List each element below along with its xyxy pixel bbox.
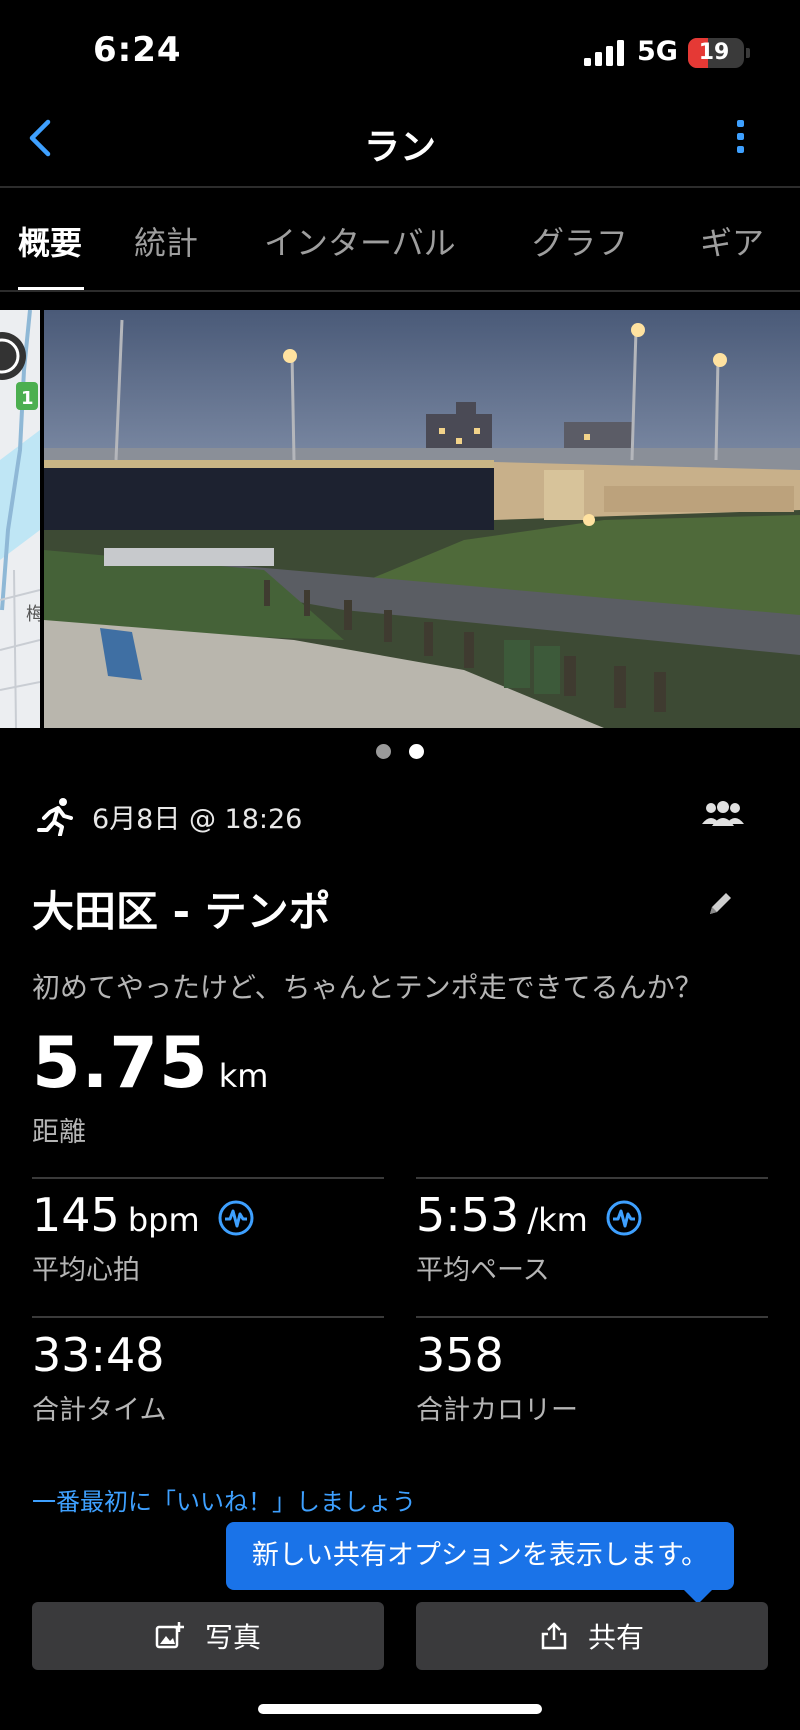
stat-value: 5:53 xyxy=(416,1188,520,1242)
tab-intervals[interactable]: インターバル xyxy=(264,218,456,264)
activity-title: 大田区 - テンポ xyxy=(32,887,331,936)
stat-divider xyxy=(32,1177,384,1179)
svg-text:梅: 梅 xyxy=(26,604,40,625)
add-photo-icon xyxy=(155,1622,184,1649)
pager-dot[interactable] xyxy=(376,744,391,759)
stat-value: 145 xyxy=(32,1188,120,1242)
share-label: 共有 xyxy=(587,1621,644,1654)
stat-divider xyxy=(416,1316,768,1318)
add-photo-button[interactable]: 写真 xyxy=(32,1602,384,1670)
tab-stats[interactable]: 統計 xyxy=(134,218,198,264)
stat-divider xyxy=(416,1177,768,1179)
header-divider xyxy=(0,186,800,188)
battery-level: 19 xyxy=(698,40,730,65)
home-indicator[interactable] xyxy=(258,1704,542,1714)
stat-label: 平均心拍 xyxy=(32,1255,140,1286)
stat-unit: bpm xyxy=(127,1201,200,1239)
distance-value: 5.75 xyxy=(32,1022,209,1104)
signal-icon xyxy=(584,40,624,66)
carousel-pager xyxy=(0,744,800,763)
stat-label: 合計カロリー xyxy=(416,1395,578,1426)
network-label: 5G xyxy=(637,36,678,67)
group-icon[interactable] xyxy=(700,800,746,830)
pencil-icon[interactable] xyxy=(704,888,736,920)
total-calories-value: 358 xyxy=(416,1328,504,1382)
page-title: ラン xyxy=(363,127,436,168)
tab-graphs[interactable]: グラフ xyxy=(532,218,628,264)
tabs-divider xyxy=(0,290,800,292)
stat-divider xyxy=(32,1316,384,1318)
kebab-menu-icon[interactable] xyxy=(730,120,750,164)
tab-gear[interactable]: ギア xyxy=(700,218,764,264)
total-time-value: 33:48 xyxy=(32,1328,165,1382)
route-map-thumbnail[interactable]: 1 梅 xyxy=(0,310,40,728)
status-time: 6:24 xyxy=(93,30,182,70)
heart-rate-icon xyxy=(218,1200,254,1236)
stat-label: 合計タイム xyxy=(32,1395,167,1426)
stat-unit: /km xyxy=(527,1201,588,1239)
battery-icon: 19 xyxy=(688,38,750,68)
like-prompt-link[interactable]: 一番最初に「いいね！」しましょう xyxy=(32,1482,416,1517)
share-options-tooltip[interactable]: 新しい共有オプションを表示します。 xyxy=(226,1522,734,1590)
tab-overview[interactable]: 概要 xyxy=(18,218,82,264)
distance-value-row: 5.75 km xyxy=(32,1022,268,1104)
avg-pace[interactable]: 5:53/km xyxy=(416,1188,643,1242)
stat-label: 平均ペース xyxy=(416,1255,550,1286)
activity-photo[interactable] xyxy=(44,310,800,728)
running-icon xyxy=(37,798,73,836)
heart-rate-icon xyxy=(606,1200,642,1236)
distance-unit: km xyxy=(218,1057,269,1095)
svg-text:1: 1 xyxy=(21,388,34,409)
pager-dot-active[interactable] xyxy=(409,744,424,759)
distance-label: 距離 xyxy=(32,1117,86,1148)
add-photo-label: 写真 xyxy=(204,1621,261,1654)
activity-date: 6月8日 @ 18:26 xyxy=(92,804,303,835)
activity-description: 初めてやったけど、ちゃんとテンポ走できてるんか？ xyxy=(32,971,703,1004)
share-icon xyxy=(541,1622,567,1650)
share-button[interactable]: 共有 xyxy=(416,1602,768,1670)
avg-heart-rate[interactable]: 145 bpm xyxy=(32,1188,255,1242)
